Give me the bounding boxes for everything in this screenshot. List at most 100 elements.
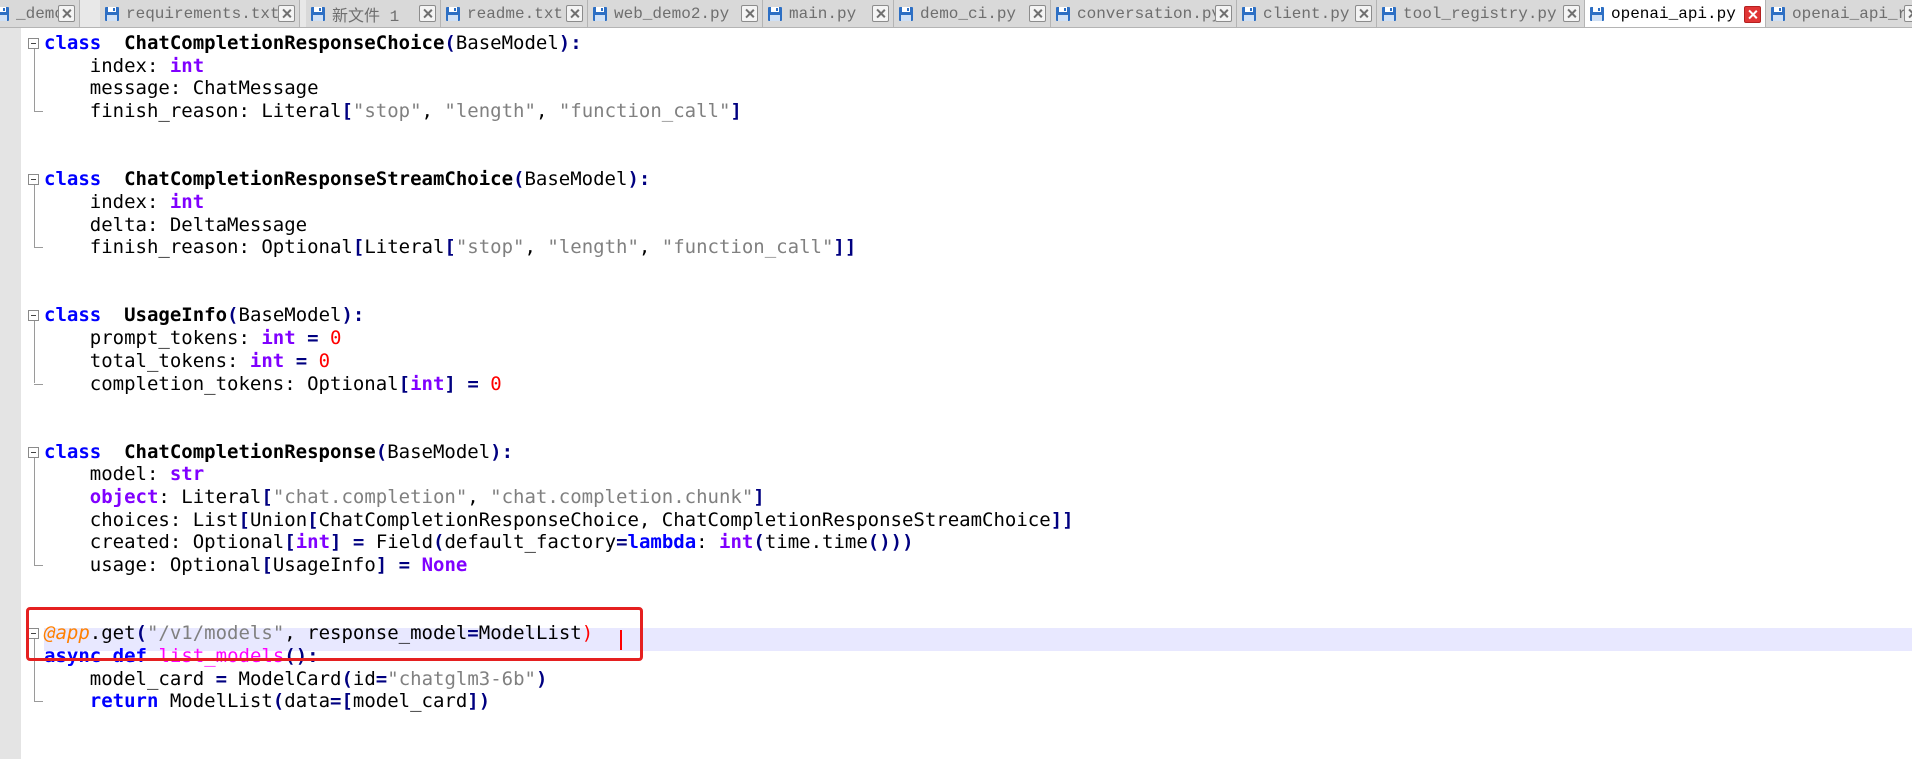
close-icon[interactable]	[419, 5, 436, 22]
tab-demo-py[interactable]: _demo.py	[0, 0, 80, 27]
code-token: (	[272, 690, 285, 713]
code-token: BaseModel	[524, 168, 628, 191]
code-token: ,	[524, 236, 548, 259]
code-line[interactable]: class ChatCompletionResponse(BaseModel):	[44, 441, 513, 464]
code-line[interactable]: class ChatCompletionResponseChoice(BaseM…	[44, 32, 582, 55]
code-line[interactable]: created: Optional[int] = Field(default_f…	[44, 531, 914, 554]
code-token: finish_reason: Literal	[89, 100, 342, 123]
fold-end	[34, 111, 43, 113]
close-icon[interactable]	[1355, 5, 1372, 22]
code-token: lambda	[627, 531, 697, 554]
code-token: "length"	[444, 100, 536, 123]
fold-toggle-icon[interactable]	[28, 38, 39, 49]
fold-end	[34, 247, 43, 249]
code-token: ChatCompletionResponseChoice	[124, 32, 445, 54]
tab-conversation-py[interactable]: conversation.py	[1051, 0, 1237, 27]
code-line[interactable]: finish_reason: Optional[Literal["stop", …	[44, 236, 857, 259]
code-token: finish_reason: Optional	[89, 236, 353, 259]
code-token: ])	[467, 690, 491, 713]
fold-toggle-icon[interactable]	[28, 446, 39, 458]
code-line[interactable]: model: str	[44, 463, 204, 486]
close-icon[interactable]	[278, 5, 295, 22]
code-token: ModelList	[158, 690, 273, 713]
code-token: BaseModel	[238, 304, 342, 327]
close-icon[interactable]	[1904, 5, 1912, 22]
code-line[interactable]: index: int	[44, 191, 204, 214]
close-icon[interactable]	[58, 5, 75, 22]
save-disk-icon	[0, 6, 9, 21]
code-line[interactable]: class ChatCompletionResponseStreamChoice…	[44, 168, 650, 191]
code-token: ]	[730, 100, 742, 123]
tab-tool-registry-py[interactable]: tool_registry.py	[1377, 0, 1585, 27]
fold-guide	[34, 321, 35, 384]
close-icon[interactable]	[1029, 5, 1046, 22]
code-token: 0	[490, 372, 502, 395]
code-token: ModelCard	[227, 667, 342, 690]
code-token: class	[44, 32, 102, 54]
code-token: delta: DeltaMessage	[89, 213, 308, 236]
code-line[interactable]: model_card = ModelCard(id="chatglm3-6b")	[44, 667, 548, 691]
tab-client-py[interactable]: client.py	[1237, 0, 1377, 27]
code-token: ):	[490, 440, 514, 463]
fold-guide	[34, 457, 35, 566]
code-token: created: Optional	[89, 531, 285, 554]
code-token: ]]	[1050, 508, 1074, 531]
code-token: "stop"	[455, 236, 525, 259]
close-icon[interactable]	[1744, 5, 1761, 23]
close-icon[interactable]	[1215, 5, 1232, 22]
tab-web-demo2-py[interactable]: web_demo2.py	[588, 0, 763, 27]
code-token: [	[398, 372, 411, 395]
tab-1[interactable]: 新文件 1	[306, 0, 441, 27]
code-line[interactable]: delta: DeltaMessage	[44, 214, 307, 237]
tab-label: client.py	[1263, 4, 1350, 23]
tab-openai-api-re[interactable]: openai_api_re	[1766, 0, 1912, 27]
code-token: [	[307, 508, 319, 531]
code-line[interactable]: class UsageInfo(BaseModel):	[44, 304, 364, 327]
code-line[interactable]: finish_reason: Literal["stop", "length",…	[44, 100, 742, 123]
code-line[interactable]: total_tokens: int = 0	[44, 350, 330, 373]
code-token: index:	[89, 190, 170, 213]
close-icon[interactable]	[741, 5, 758, 22]
tab-demo-ci-py[interactable]: demo_ci.py	[894, 0, 1051, 27]
code-token: ()))	[867, 531, 914, 554]
code-line[interactable]: return ModelList(data=[model_card])	[44, 690, 490, 713]
code-line[interactable]: choices: List[Union[ChatCompletionRespon…	[44, 509, 1074, 532]
code-token: int	[261, 327, 296, 350]
close-icon[interactable]	[566, 5, 583, 22]
tab-requirements-txt[interactable]: requirements.txt	[100, 0, 300, 27]
code-line[interactable]: message: ChatMessage	[44, 77, 319, 100]
code-token: [	[444, 236, 456, 259]
fold-toggle-icon[interactable]	[28, 174, 39, 186]
code-line[interactable]: usage: Optional[UsageInfo] = None	[44, 554, 468, 577]
code-token: [	[284, 531, 296, 554]
tab-label: conversation.py	[1077, 4, 1215, 23]
tab-label: web_demo2.py	[614, 4, 730, 23]
tab-readme-txt[interactable]: readme.txt	[441, 0, 588, 27]
tab-openai-api-py[interactable]: openai_api.py	[1585, 0, 1766, 27]
code-line[interactable]: index: int	[44, 55, 204, 78]
line-number-gutter	[0, 28, 21, 759]
code-token: (	[341, 667, 353, 690]
code-token: int	[719, 531, 754, 554]
code-token: ChatCompletionResponseStreamChoice	[124, 168, 514, 191]
fold-toggle-icon[interactable]	[28, 310, 39, 322]
tab-main-py[interactable]: main.py	[763, 0, 894, 27]
code-token: BaseModel	[387, 440, 491, 463]
code-line[interactable]: completion_tokens: Optional[int] = 0	[44, 373, 502, 396]
tab-bar: _demo.py requirements.txt 新文件 1 readme.txt w…	[0, 0, 1912, 28]
tab-label: 新文件 1	[332, 7, 400, 26]
code-line[interactable]: prompt_tokens: int = 0	[44, 327, 342, 350]
code-line[interactable]: object: Literal["chat.completion", "chat…	[44, 486, 765, 509]
close-icon[interactable]	[872, 5, 889, 22]
code-token: [	[352, 236, 365, 259]
code-token: [	[238, 508, 250, 531]
close-icon[interactable]	[1563, 5, 1580, 22]
